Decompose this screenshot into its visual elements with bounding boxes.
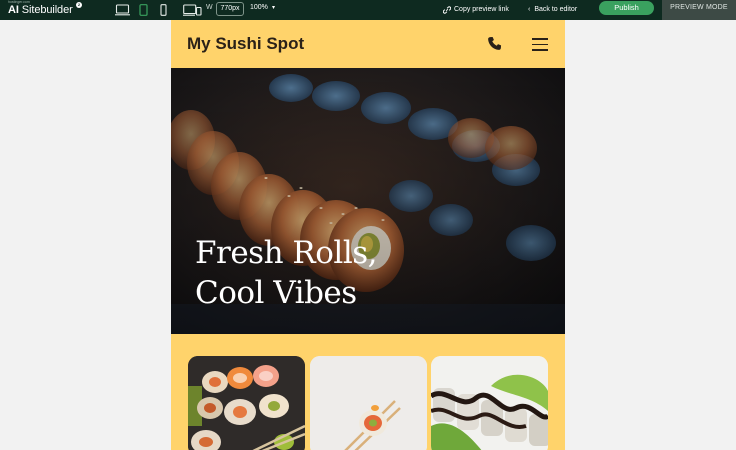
sauce-drizzled-rolls-image	[431, 356, 548, 450]
sushi-roll-chopsticks-image	[310, 356, 427, 450]
phone-icon[interactable]	[487, 36, 502, 51]
link-icon	[443, 5, 451, 14]
chevron-left-icon: ‹	[528, 6, 531, 13]
site-preview: My Sushi Spot Fresh Rolls, Cool Vibes	[171, 20, 565, 450]
brand-badge: 2	[76, 2, 82, 8]
gallery-card-sushi-roll[interactable]	[310, 356, 427, 450]
brand-name: AI Sitebuilder	[8, 4, 73, 16]
copy-preview-link-button[interactable]: Copy preview link	[443, 3, 509, 16]
hero-section: Fresh Rolls, Cool Vibes	[171, 68, 565, 334]
brand-suffix: Sitebuilder	[21, 4, 73, 16]
site-header: My Sushi Spot	[171, 20, 565, 68]
brand-prefix: AI	[8, 4, 19, 16]
gallery-card-sushi-platter[interactable]	[188, 356, 305, 450]
zoom-value[interactable]: 100%	[250, 4, 268, 11]
site-title[interactable]: My Sushi Spot	[187, 34, 304, 54]
fit-width-icon	[182, 4, 202, 16]
gallery-card-sauce-rolls[interactable]	[431, 356, 548, 450]
hero-heading-line-2: Cool Vibes	[195, 275, 357, 311]
desktop-icon	[114, 4, 130, 16]
mobile-view-button[interactable]	[157, 3, 169, 17]
preview-mode-badge: PREVIEW MODE	[662, 0, 736, 20]
copy-preview-link-label: Copy preview link	[454, 6, 509, 13]
hero-heading-line-1: Fresh Rolls,	[195, 235, 378, 271]
tablet-icon	[138, 4, 148, 16]
desktop-view-button[interactable]	[114, 3, 130, 17]
chevron-down-icon[interactable]: ▾	[272, 4, 275, 11]
back-to-editor-label: Back to editor	[534, 6, 578, 13]
preview-canvas: My Sushi Spot Fresh Rolls, Cool Vibes	[0, 20, 736, 450]
publish-button[interactable]: Publish	[599, 1, 654, 15]
gallery-section	[171, 334, 565, 450]
tablet-view-button[interactable]	[136, 3, 150, 17]
top-toolbar: hostinger.com AI Sitebuilder 2 W 770px 1…	[0, 0, 736, 20]
width-label: W	[206, 4, 213, 11]
back-to-editor-button[interactable]: ‹ Back to editor	[528, 3, 577, 16]
mobile-icon	[159, 4, 167, 16]
fit-width-button[interactable]	[182, 3, 202, 17]
width-input[interactable]: 770px	[216, 2, 244, 16]
sushi-platter-image	[188, 356, 305, 450]
hero-heading: Fresh Rolls, Cool Vibes	[195, 233, 378, 313]
hamburger-menu-icon[interactable]	[532, 37, 548, 51]
